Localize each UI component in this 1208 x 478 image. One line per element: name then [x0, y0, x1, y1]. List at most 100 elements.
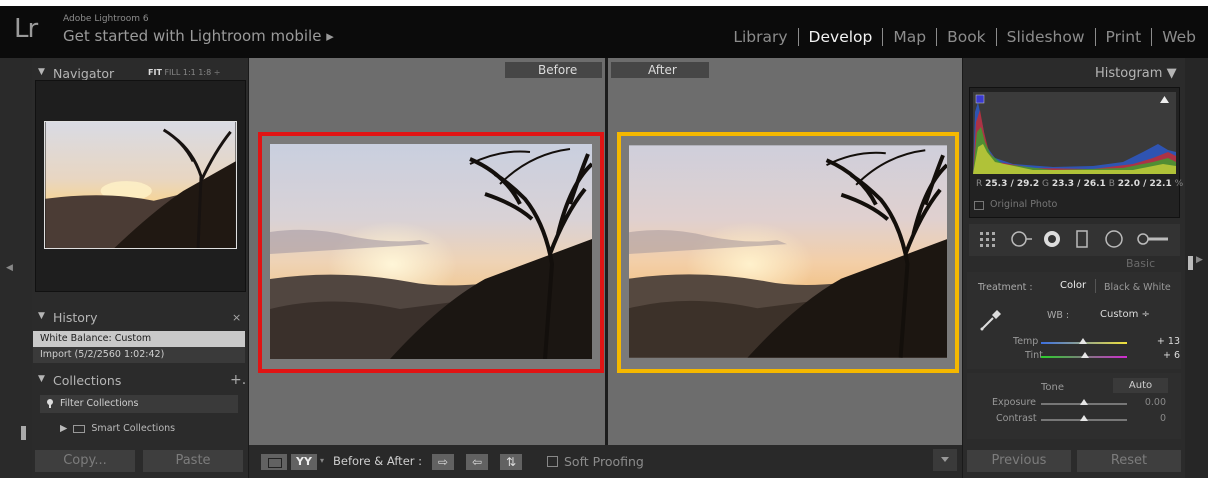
collapse-triangle-icon: ▼ [38, 67, 45, 77]
filmstrip-handle[interactable] [21, 426, 26, 440]
treatment-color-option[interactable]: Color [1060, 280, 1086, 291]
before-photo[interactable] [270, 144, 592, 359]
before-image-frame[interactable] [258, 132, 604, 373]
shadow-clipping-indicator[interactable] [975, 94, 985, 104]
red-eye-icon[interactable] [1042, 229, 1062, 249]
history-header[interactable]: ▼ History × [32, 308, 249, 330]
lightroom-logo: Lr [14, 14, 38, 44]
b-value: 22.0 / 22.1 [1117, 179, 1172, 189]
module-slideshow[interactable]: Slideshow [997, 28, 1095, 46]
wb-select[interactable]: Custom ÷ [1100, 309, 1150, 320]
treatment-label: Treatment : [978, 282, 1033, 293]
add-collection-icon[interactable]: +. [230, 372, 246, 388]
treatment-bw-option[interactable]: Black & White [1104, 282, 1171, 293]
collapse-right-arrow-icon[interactable]: ▶ [1196, 255, 1203, 265]
temp-slider-thumb[interactable] [1079, 338, 1087, 344]
module-develop[interactable]: Develop [799, 28, 883, 46]
smart-collections-item[interactable]: ▶ Smart Collections [60, 423, 175, 434]
exposure-slider-thumb[interactable] [1080, 399, 1088, 405]
temp-label: Temp [1013, 336, 1039, 347]
contrast-value[interactable]: 0 [1136, 413, 1166, 424]
contrast-label: Contrast [996, 413, 1037, 424]
g-value: 23.3 / 26.1 [1051, 179, 1106, 189]
compare-divider [605, 58, 608, 445]
app-version: Adobe Lightroom 6 [63, 14, 149, 24]
collections-header[interactable]: ▼ Collections +. [32, 371, 249, 393]
zoom-fit[interactable]: FIT [148, 68, 162, 77]
previous-button[interactable]: Previous [967, 450, 1071, 472]
r-label: R [976, 179, 983, 189]
navigator-zoom-options[interactable]: FIT FILL 1:1 1:8 ÷ [148, 68, 220, 77]
radial-filter-icon[interactable] [1104, 229, 1124, 249]
module-library[interactable]: Library [723, 28, 797, 46]
module-print[interactable]: Print [1096, 28, 1152, 46]
module-book[interactable]: Book [937, 28, 996, 46]
arrow-right-icon: ⇨ [437, 455, 449, 469]
loupe-view-button[interactable] [261, 454, 287, 470]
arrow-left-icon: ⇦ [471, 455, 483, 469]
paste-button[interactable]: Paste [143, 450, 243, 472]
tint-value[interactable]: + 6 [1150, 350, 1180, 361]
reset-button[interactable]: Reset [1077, 450, 1181, 472]
collections-title: Collections [53, 373, 122, 388]
adjustment-brush-icon[interactable] [1135, 229, 1169, 249]
module-picker: Library Develop Map Book Slideshow Print… [723, 28, 1196, 46]
collapse-triangle-icon: ▼ [38, 311, 45, 321]
wb-eyedropper-icon[interactable] [978, 307, 1004, 333]
lightroom-mobile-link[interactable]: Get started with Lightroom mobile ▸ [63, 27, 334, 45]
tone-label: Tone [1041, 382, 1065, 393]
after-photo[interactable] [629, 144, 947, 359]
contrast-slider-thumb[interactable] [1080, 415, 1088, 421]
original-photo-checkbox[interactable] [974, 201, 984, 210]
before-label: Before [505, 62, 602, 78]
rgb-readout: R 25.3 / 29.2 G 23.3 / 26.1 B 22.0 / 22.… [976, 179, 1183, 189]
original-photo-label[interactable]: Original Photo [990, 199, 1057, 210]
expand-triangle-icon: ▶ [60, 423, 68, 434]
swap-before-after-button[interactable]: ⇅ [500, 454, 522, 470]
scrollbar-thumb[interactable] [1188, 256, 1193, 270]
wb-label: WB : [1047, 310, 1070, 321]
histogram-graph[interactable] [973, 92, 1176, 174]
filter-collections-input[interactable]: Filter Collections [40, 395, 238, 413]
temp-value[interactable]: + 13 [1150, 336, 1180, 347]
treatment-separator [1095, 279, 1096, 293]
crop-overlay-icon[interactable] [978, 230, 998, 250]
graduated-filter-icon[interactable] [1075, 229, 1089, 249]
before-after-view-button[interactable]: YY [291, 454, 317, 470]
chevron-down-icon[interactable]: ▾ [320, 456, 324, 465]
module-map[interactable]: Map [883, 28, 936, 46]
history-item[interactable]: Import (5/2/2560 1:02:42) [33, 347, 245, 363]
g-label: G [1041, 179, 1049, 189]
module-web[interactable]: Web [1152, 28, 1196, 46]
copy-after-to-before-button[interactable]: ⇦ [466, 454, 488, 470]
exposure-label: Exposure [992, 397, 1036, 408]
search-icon [47, 399, 53, 408]
histogram-header[interactable]: Histogram ▼ [1095, 66, 1177, 81]
zoom-other[interactable]: FILL 1:1 1:8 ÷ [164, 68, 220, 77]
auto-tone-button[interactable]: Auto [1113, 378, 1168, 393]
collapse-triangle-icon: ▼ [38, 374, 45, 384]
after-image-frame[interactable] [617, 132, 959, 373]
clear-history-icon[interactable]: × [232, 311, 241, 324]
right-panel-strip[interactable]: ▶ [1185, 58, 1208, 478]
spot-removal-icon[interactable] [1009, 229, 1033, 249]
r-value: 25.3 / 29.2 [985, 179, 1040, 189]
before-after-label: Before & After : [333, 454, 423, 468]
basic-panel-header[interactable]: Basic [1126, 257, 1155, 270]
soft-proofing-label[interactable]: Soft Proofing [564, 454, 644, 469]
collapse-left-arrow-icon[interactable]: ◀ [6, 263, 13, 273]
left-panel-strip[interactable]: ◀ [0, 58, 32, 478]
soft-proofing-checkbox[interactable] [547, 456, 558, 467]
copy-button[interactable]: Copy... [35, 450, 135, 472]
history-item[interactable]: White Balance: Custom [33, 331, 245, 347]
toolbar-content-menu[interactable] [933, 449, 957, 471]
exposure-value[interactable]: 0.00 [1136, 397, 1166, 408]
smart-collection-folder-icon [73, 424, 86, 433]
smart-collections-label: Smart Collections [91, 423, 176, 434]
history-list: White Balance: Custom Import (5/2/2560 1… [33, 331, 245, 363]
tint-slider-thumb[interactable] [1081, 352, 1089, 358]
copy-before-to-after-button[interactable]: ⇨ [432, 454, 454, 470]
navigator-thumbnail[interactable] [44, 121, 237, 249]
swap-icon: ⇅ [505, 455, 517, 469]
b-label: B [1108, 179, 1115, 189]
